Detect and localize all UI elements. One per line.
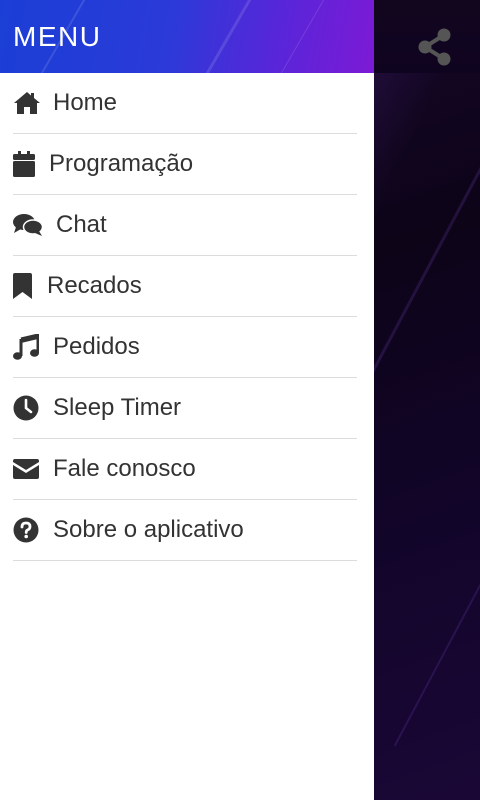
menu-item-label: Programação bbox=[49, 150, 194, 177]
header-streak bbox=[270, 0, 331, 73]
drawer-header: MENU bbox=[0, 0, 374, 73]
drawer-title: MENU bbox=[13, 21, 102, 52]
menu-list: Home Programação Chat Recados Pedidos Sl… bbox=[0, 73, 374, 561]
menu-item-label: Sobre o aplicativo bbox=[53, 516, 244, 543]
background-streak bbox=[359, 164, 480, 396]
menu-item-label: Sleep Timer bbox=[53, 394, 182, 421]
bookmark-icon bbox=[13, 272, 35, 300]
header-streak bbox=[195, 0, 258, 73]
menu-item-pedidos[interactable]: Pedidos bbox=[13, 317, 357, 378]
menu-item-label: Pedidos bbox=[53, 333, 140, 360]
background-streak bbox=[393, 533, 480, 747]
music-note-icon bbox=[13, 333, 41, 361]
menu-item-fale-conosco[interactable]: Fale conosco bbox=[13, 439, 357, 500]
menu-item-label: Recados bbox=[47, 272, 142, 299]
menu-item-label: Home bbox=[53, 89, 118, 116]
menu-item-programacao[interactable]: Programação bbox=[13, 134, 357, 195]
home-icon bbox=[13, 89, 41, 117]
question-circle-icon bbox=[13, 516, 41, 544]
menu-item-recados[interactable]: Recados bbox=[13, 256, 357, 317]
share-icon bbox=[418, 28, 451, 66]
clock-icon bbox=[13, 394, 41, 422]
envelope-icon bbox=[13, 455, 41, 483]
share-button[interactable] bbox=[414, 26, 456, 68]
menu-item-chat[interactable]: Chat bbox=[13, 195, 357, 256]
chat-icon bbox=[13, 211, 44, 239]
menu-item-home[interactable]: Home bbox=[13, 73, 357, 134]
calendar-icon bbox=[13, 150, 37, 178]
menu-item-sobre[interactable]: Sobre o aplicativo bbox=[13, 500, 357, 561]
navigation-drawer: MENU Home Programação Chat Recados Pedid… bbox=[0, 0, 374, 800]
menu-item-label: Chat bbox=[56, 211, 107, 238]
menu-item-sleep-timer[interactable]: Sleep Timer bbox=[13, 378, 357, 439]
menu-item-label: Fale conosco bbox=[53, 455, 196, 482]
